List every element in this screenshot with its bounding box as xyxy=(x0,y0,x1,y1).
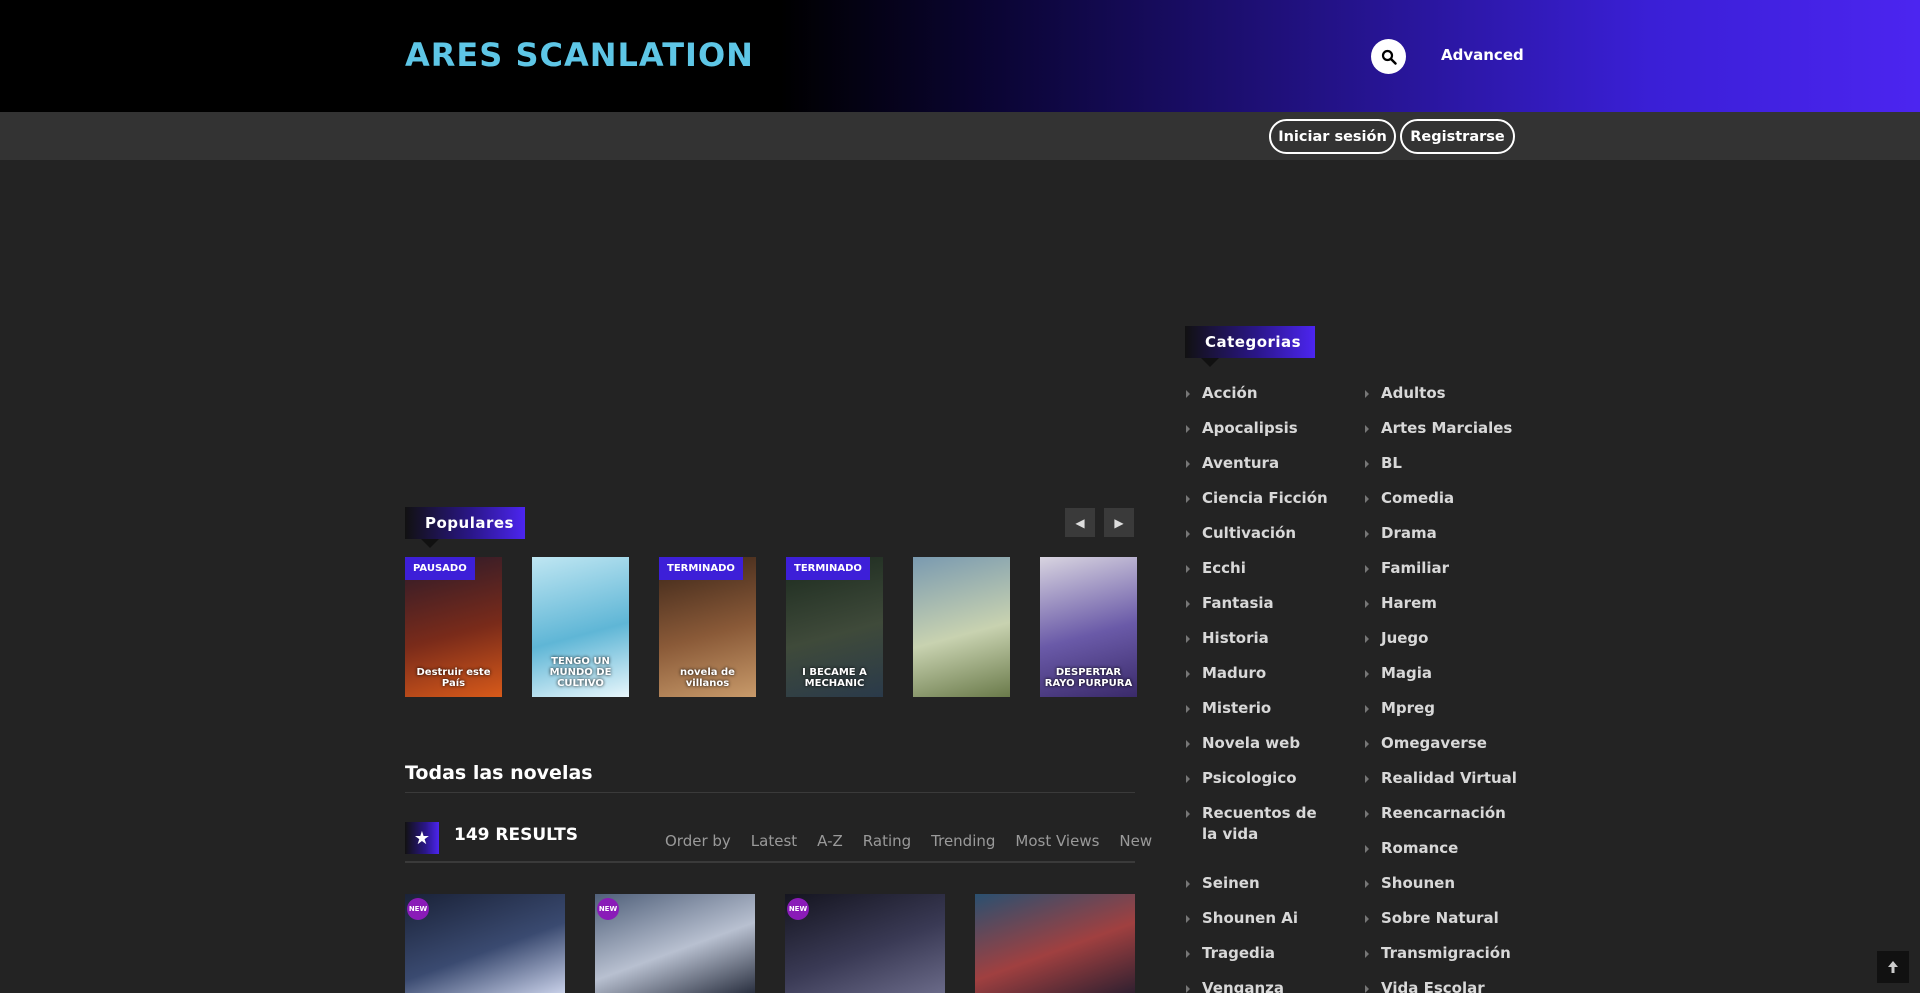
category-link[interactable]: Historia xyxy=(1185,628,1269,649)
arrow-up-icon xyxy=(1888,961,1898,973)
category-link[interactable]: Acción xyxy=(1185,383,1258,404)
caret-left-icon: ◀ xyxy=(1075,515,1085,530)
cover-title: Destruir este País xyxy=(416,667,491,689)
divider xyxy=(405,861,1135,863)
category-link[interactable]: Recuentos de la vida xyxy=(1185,803,1325,845)
site-logo[interactable]: ARES SCANLATION xyxy=(405,36,754,74)
status-badge: TERMINADO xyxy=(659,557,743,580)
novel-card[interactable] xyxy=(975,894,1135,993)
sort-new[interactable]: New xyxy=(1119,832,1152,850)
caret-right-icon: ▶ xyxy=(1114,515,1124,530)
category-link[interactable]: Vida Escolar xyxy=(1364,978,1485,993)
category-link[interactable]: Cultivación xyxy=(1185,523,1296,544)
category-link[interactable]: Reencarnación xyxy=(1364,803,1506,824)
divider xyxy=(405,792,1135,793)
cover-title: DESPERTAR RAYO PURPURA xyxy=(1044,667,1133,689)
category-link[interactable]: Seinen xyxy=(1185,873,1260,894)
category-link[interactable]: Novela web xyxy=(1185,733,1300,754)
category-link[interactable]: Adultos xyxy=(1364,383,1446,404)
category-link[interactable]: Psicologico xyxy=(1185,768,1297,789)
sort-rating[interactable]: Rating xyxy=(863,832,911,850)
category-link[interactable]: BL xyxy=(1364,453,1402,474)
cover-title: I BECAME A MECHANIC xyxy=(802,667,867,689)
new-badge: NEW xyxy=(407,898,429,920)
category-link[interactable]: Shounen Ai xyxy=(1185,908,1298,929)
category-link[interactable]: Transmigración xyxy=(1364,943,1511,964)
category-link[interactable]: Apocalipsis xyxy=(1185,418,1298,439)
category-link[interactable]: Romance xyxy=(1364,838,1458,859)
search-icon xyxy=(1381,49,1397,65)
novel-card[interactable]: NEW xyxy=(595,894,755,993)
populares-heading: Populares xyxy=(405,507,525,548)
popular-cover[interactable]: TENGO UN MUNDO DE CULTIVO xyxy=(532,557,629,697)
category-link[interactable]: Maduro xyxy=(1185,663,1266,684)
sort-bar: Order by Latest A-Z Rating Trending Most… xyxy=(665,832,1152,850)
back-to-top-button[interactable] xyxy=(1877,951,1909,983)
category-link[interactable]: Drama xyxy=(1364,523,1437,544)
results-count: 149 RESULTS xyxy=(454,825,579,845)
search-button[interactable] xyxy=(1371,39,1406,74)
star-icon: ★ xyxy=(405,822,439,854)
category-link[interactable]: Ciencia Ficción xyxy=(1185,488,1328,509)
carousel-prev-button[interactable]: ◀ xyxy=(1065,508,1095,537)
category-link[interactable]: Harem xyxy=(1364,593,1437,614)
sort-latest[interactable]: Latest xyxy=(751,832,797,850)
popular-cover[interactable] xyxy=(913,557,1010,697)
category-link[interactable]: Comedia xyxy=(1364,488,1454,509)
category-link[interactable]: Misterio xyxy=(1185,698,1271,719)
category-link[interactable]: Juego xyxy=(1364,628,1428,649)
category-link[interactable]: Fantasia xyxy=(1185,593,1274,614)
sort-a-z[interactable]: A-Z xyxy=(817,832,843,850)
carousel-next-button[interactable]: ▶ xyxy=(1104,508,1134,537)
novel-card[interactable]: NEW xyxy=(405,894,565,993)
category-link[interactable]: Familiar xyxy=(1364,558,1449,579)
cover-title: TENGO UN MUNDO DE CULTIVO xyxy=(549,656,612,689)
category-link[interactable]: Ecchi xyxy=(1185,558,1246,579)
popular-cover[interactable]: TERMINADO novela de villanos xyxy=(659,557,756,697)
sort-most-views[interactable]: Most Views xyxy=(1015,832,1099,850)
status-badge: PAUSADO xyxy=(405,557,475,580)
new-badge: NEW xyxy=(597,898,619,920)
category-link[interactable]: Sobre Natural xyxy=(1364,908,1499,929)
category-link[interactable]: Omegaverse xyxy=(1364,733,1487,754)
category-link[interactable]: Realidad Virtual xyxy=(1364,768,1517,789)
order-by-label: Order by xyxy=(665,832,731,850)
all-novels-heading: Todas las novelas xyxy=(405,762,593,784)
advanced-search-link[interactable]: Advanced xyxy=(1441,46,1524,64)
cover-title: novela de villanos xyxy=(680,667,735,689)
category-link[interactable]: Mpreg xyxy=(1364,698,1435,719)
status-badge: TERMINADO xyxy=(786,557,870,580)
top-header xyxy=(0,0,1920,112)
login-button[interactable]: Iniciar sesión xyxy=(1269,119,1396,154)
category-link[interactable]: Artes Marciales xyxy=(1364,418,1512,439)
category-link[interactable]: Aventura xyxy=(1185,453,1279,474)
popular-cover[interactable]: TERMINADO I BECAME A MECHANIC xyxy=(786,557,883,697)
novel-card[interactable]: NEW xyxy=(785,894,945,993)
user-bar xyxy=(0,112,1920,160)
category-link[interactable]: Shounen xyxy=(1364,873,1455,894)
category-link[interactable]: Magia xyxy=(1364,663,1432,684)
category-link[interactable]: Venganza xyxy=(1185,978,1284,993)
category-link[interactable]: Tragedia xyxy=(1185,943,1275,964)
sort-trending[interactable]: Trending xyxy=(931,832,995,850)
popular-cover[interactable]: DESPERTAR RAYO PURPURA xyxy=(1040,557,1137,697)
register-button[interactable]: Registrarse xyxy=(1400,119,1515,154)
popular-cover[interactable]: PAUSADO Destruir este País xyxy=(405,557,502,697)
categorias-heading: Categorias xyxy=(1185,326,1315,367)
new-badge: NEW xyxy=(787,898,809,920)
